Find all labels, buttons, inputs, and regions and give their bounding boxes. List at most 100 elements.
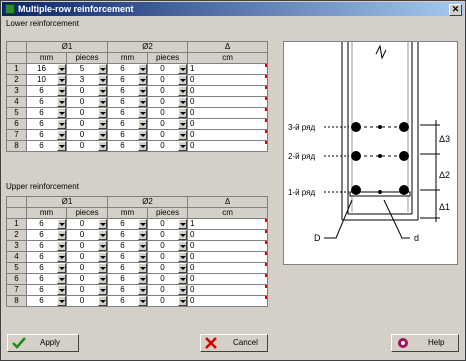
chevron-down-icon[interactable] (138, 285, 147, 295)
diameter-2-pieces-select[interactable]: 0 (147, 140, 189, 152)
apply-button[interactable]: Apply (7, 334, 79, 352)
chevron-down-icon[interactable] (57, 119, 66, 129)
diameter-1-mm-select[interactable]: 6 (26, 229, 67, 241)
diameter-1-mm-select[interactable]: 10 (26, 74, 67, 86)
chevron-down-icon[interactable] (98, 141, 107, 151)
delta-cm-input[interactable]: 0 (187, 284, 269, 296)
diameter-2-mm-select[interactable]: 6 (107, 74, 149, 86)
diameter-1-pieces-select[interactable]: 0 (65, 273, 109, 285)
chevron-down-icon[interactable] (57, 274, 66, 284)
diameter-1-mm-select[interactable]: 6 (26, 295, 67, 307)
diameter-1-pieces-select[interactable]: 0 (65, 140, 109, 152)
diameter-1-pieces-select[interactable]: 3 (65, 74, 109, 86)
chevron-down-icon[interactable] (98, 296, 107, 306)
diameter-1-pieces-select[interactable]: 0 (65, 96, 109, 108)
diameter-1-pieces-select[interactable]: 0 (65, 295, 109, 307)
chevron-down-icon[interactable] (98, 241, 107, 251)
diameter-1-mm-select[interactable]: 6 (26, 107, 67, 119)
diameter-2-mm-select[interactable]: 6 (107, 295, 149, 307)
chevron-down-icon[interactable] (138, 263, 147, 273)
delta-cm-input[interactable]: 0 (187, 295, 269, 307)
chevron-down-icon[interactable] (57, 252, 66, 262)
chevron-down-icon[interactable] (138, 108, 147, 118)
diameter-2-mm-select[interactable]: 6 (107, 262, 149, 274)
diameter-1-mm-select[interactable]: 6 (26, 85, 67, 97)
chevron-down-icon[interactable] (138, 296, 147, 306)
delta-cm-input[interactable]: 0 (187, 273, 269, 285)
chevron-down-icon[interactable] (138, 97, 147, 107)
chevron-down-icon[interactable] (138, 75, 147, 85)
diameter-2-mm-select[interactable]: 6 (107, 85, 149, 97)
chevron-down-icon[interactable] (57, 130, 66, 140)
diameter-2-pieces-select[interactable]: 0 (147, 295, 189, 307)
diameter-2-mm-select[interactable]: 6 (107, 251, 149, 263)
diameter-1-mm-select[interactable]: 6 (26, 96, 67, 108)
diameter-1-pieces-select[interactable]: 0 (65, 251, 109, 263)
chevron-down-icon[interactable] (98, 263, 107, 273)
diameter-1-mm-select[interactable]: 16 (26, 63, 67, 75)
diameter-2-mm-select[interactable]: 6 (107, 129, 149, 141)
diameter-1-pieces-select[interactable]: 0 (65, 129, 109, 141)
chevron-down-icon[interactable] (178, 130, 187, 140)
chevron-down-icon[interactable] (57, 296, 66, 306)
diameter-2-pieces-select[interactable]: 0 (147, 118, 189, 130)
chevron-down-icon[interactable] (138, 64, 147, 74)
chevron-down-icon[interactable] (138, 230, 147, 240)
chevron-down-icon[interactable] (57, 97, 66, 107)
chevron-down-icon[interactable] (98, 230, 107, 240)
diameter-1-mm-select[interactable]: 6 (26, 284, 67, 296)
chevron-down-icon[interactable] (57, 64, 66, 74)
diameter-1-pieces-select[interactable]: 5 (65, 63, 109, 75)
chevron-down-icon[interactable] (98, 252, 107, 262)
chevron-down-icon[interactable] (178, 274, 187, 284)
chevron-down-icon[interactable] (178, 119, 187, 129)
chevron-down-icon[interactable] (178, 108, 187, 118)
delta-cm-input[interactable]: 0 (187, 129, 269, 141)
diameter-2-pieces-select[interactable]: 0 (147, 262, 189, 274)
chevron-down-icon[interactable] (138, 86, 147, 96)
diameter-1-pieces-select[interactable]: 0 (65, 240, 109, 252)
diameter-2-mm-select[interactable]: 6 (107, 140, 149, 152)
diameter-2-pieces-select[interactable]: 0 (147, 218, 189, 230)
diameter-1-pieces-select[interactable]: 0 (65, 262, 109, 274)
chevron-down-icon[interactable] (57, 241, 66, 251)
diameter-1-mm-select[interactable]: 6 (26, 218, 67, 230)
chevron-down-icon[interactable] (98, 75, 107, 85)
diameter-1-mm-select[interactable]: 6 (26, 140, 67, 152)
diameter-2-pieces-select[interactable]: 0 (147, 251, 189, 263)
chevron-down-icon[interactable] (57, 141, 66, 151)
delta-cm-input[interactable]: 0 (187, 140, 269, 152)
chevron-down-icon[interactable] (178, 219, 187, 229)
diameter-1-mm-select[interactable]: 6 (26, 262, 67, 274)
delta-cm-input[interactable]: 0 (187, 118, 269, 130)
delta-cm-input[interactable]: 0 (187, 229, 269, 241)
chevron-down-icon[interactable] (98, 119, 107, 129)
close-button[interactable]: ✕ (449, 4, 462, 16)
diameter-2-pieces-select[interactable]: 0 (147, 96, 189, 108)
delta-cm-input[interactable]: 0 (187, 262, 269, 274)
chevron-down-icon[interactable] (178, 230, 187, 240)
diameter-1-mm-select[interactable]: 6 (26, 240, 67, 252)
diameter-2-pieces-select[interactable]: 0 (147, 284, 189, 296)
chevron-down-icon[interactable] (178, 97, 187, 107)
chevron-down-icon[interactable] (98, 130, 107, 140)
diameter-1-pieces-select[interactable]: 0 (65, 229, 109, 241)
diameter-2-pieces-select[interactable]: 0 (147, 63, 189, 75)
chevron-down-icon[interactable] (57, 108, 66, 118)
chevron-down-icon[interactable] (178, 75, 187, 85)
cancel-button[interactable]: Cancel (200, 334, 268, 352)
chevron-down-icon[interactable] (178, 263, 187, 273)
diameter-1-mm-select[interactable]: 6 (26, 118, 67, 130)
chevron-down-icon[interactable] (98, 108, 107, 118)
chevron-down-icon[interactable] (57, 75, 66, 85)
chevron-down-icon[interactable] (178, 241, 187, 251)
chevron-down-icon[interactable] (98, 219, 107, 229)
diameter-2-pieces-select[interactable]: 0 (147, 85, 189, 97)
diameter-2-pieces-select[interactable]: 0 (147, 240, 189, 252)
diameter-2-mm-select[interactable]: 6 (107, 273, 149, 285)
diameter-2-mm-select[interactable]: 6 (107, 118, 149, 130)
chevron-down-icon[interactable] (178, 64, 187, 74)
diameter-2-mm-select[interactable]: 6 (107, 229, 149, 241)
chevron-down-icon[interactable] (178, 285, 187, 295)
diameter-1-pieces-select[interactable]: 0 (65, 118, 109, 130)
